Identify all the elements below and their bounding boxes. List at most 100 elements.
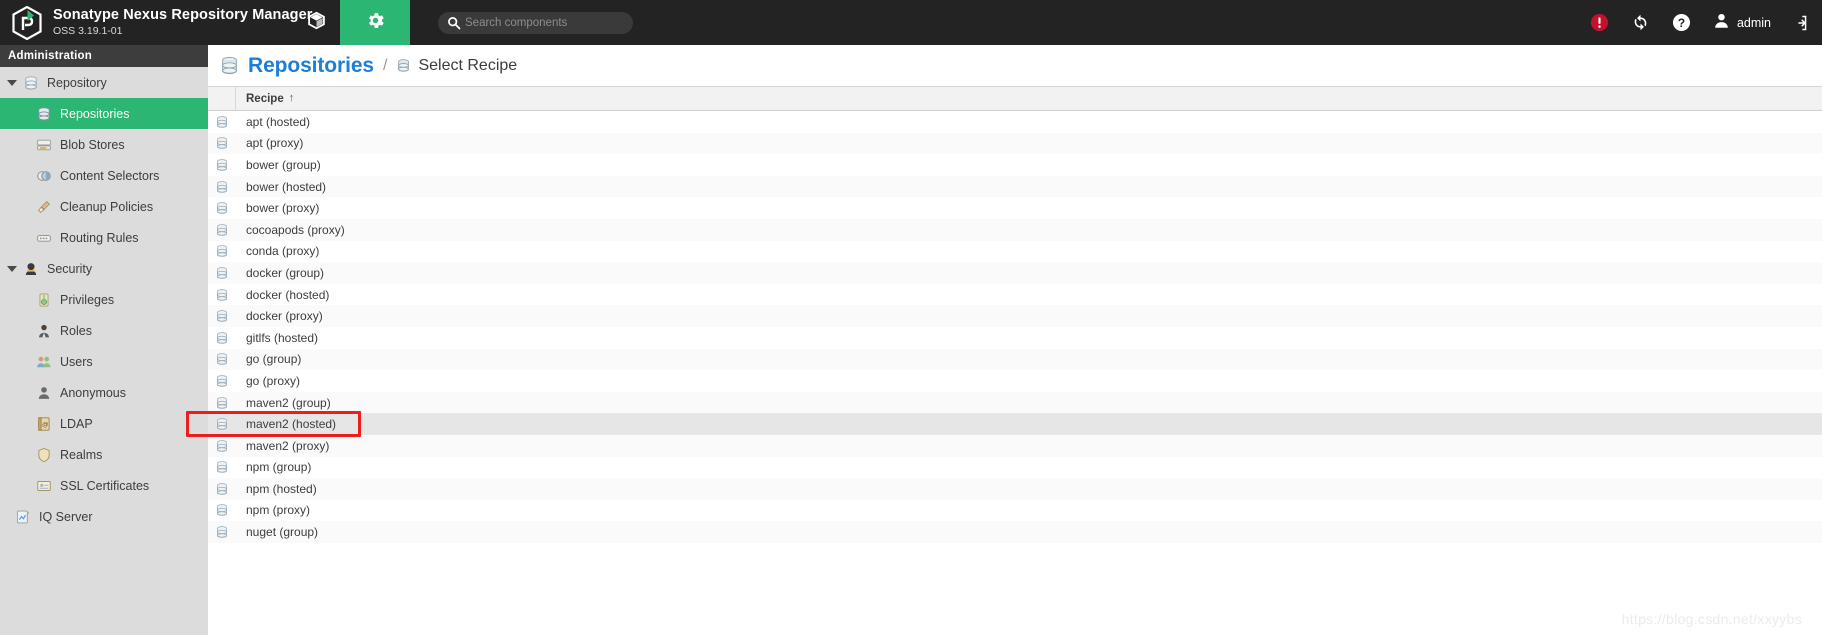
watermark: https://blog.csdn.net/xxyybs — [1621, 611, 1802, 627]
brand-version: OSS 3.19.1-01 — [53, 25, 123, 37]
table-row[interactable]: gitlfs (hosted) — [208, 326, 1822, 349]
recipe-name: nuget (group) — [246, 525, 319, 540]
sidebar-item-repositories[interactable]: Repositories — [0, 98, 208, 129]
recipe-database-icon — [208, 503, 236, 517]
recipe-database-icon — [208, 266, 236, 280]
grid-header-icon-column — [208, 86, 236, 111]
recipe-name: maven2 (proxy) — [246, 438, 330, 453]
table-row[interactable]: go (proxy) — [208, 370, 1822, 392]
table-row[interactable]: maven2 (group) — [208, 391, 1822, 414]
recipe-database-icon — [208, 201, 236, 215]
content-area: Repositories / Select Recipe Recipe ↑ ap… — [208, 45, 1822, 635]
users-icon — [35, 353, 52, 370]
recipe-name: cocoapods (proxy) — [246, 222, 345, 237]
sign-out-icon[interactable] — [1793, 15, 1808, 31]
sidebar-item-content-selectors[interactable]: Content Selectors — [0, 160, 208, 191]
sidebar-item-label: Routing Rules — [60, 230, 139, 245]
recipe-name: conda (proxy) — [246, 244, 320, 259]
table-row[interactable]: bower (proxy) — [208, 197, 1822, 219]
brand-text: Sonatype Nexus Repository Manager OSS 3.… — [53, 7, 313, 38]
sidebar-title: Administration — [0, 45, 208, 67]
sidebar-item-label: IQ Server — [39, 509, 93, 524]
gear-icon — [365, 10, 386, 36]
cube-icon — [306, 10, 327, 36]
chevron-down-icon[interactable] — [6, 263, 18, 275]
sidebar-item-iq-server[interactable]: IQ Server — [0, 501, 208, 532]
recipe-name: go (group) — [246, 352, 302, 367]
sidebar-item-ldap[interactable]: @ LDAP — [0, 408, 208, 439]
table-row[interactable]: docker (proxy) — [208, 305, 1822, 327]
table-row[interactable]: apt (hosted) — [208, 111, 1822, 133]
brand[interactable]: Sonatype Nexus Repository Manager OSS 3.… — [0, 5, 312, 40]
recipe-name: npm (hosted) — [246, 481, 317, 496]
table-row[interactable]: nuget (group) — [208, 521, 1822, 543]
chevron-down-icon[interactable] — [6, 77, 18, 89]
recipe-name: bower (group) — [246, 157, 321, 172]
recipe-database-icon — [208, 352, 236, 366]
main-nav-tabs — [292, 0, 410, 54]
app-header: Sonatype Nexus Repository Manager OSS 3.… — [0, 0, 1822, 54]
table-row[interactable]: docker (group) — [208, 262, 1822, 284]
user-menu[interactable]: admin — [1713, 12, 1771, 34]
alert-icon[interactable] — [1590, 13, 1609, 32]
security-icon — [22, 260, 39, 277]
table-row[interactable]: apt (proxy) — [208, 132, 1822, 155]
sidebar-item-cleanup-policies[interactable]: Cleanup Policies — [0, 191, 208, 222]
sidebar-item-security[interactable]: Security — [0, 253, 208, 284]
sidebar-item-routing-rules[interactable]: Routing Rules — [0, 222, 208, 253]
grid-header-recipe[interactable]: Recipe ↑ — [236, 93, 1822, 105]
sidebar-item-label: Repository — [47, 75, 107, 90]
sidebar-item-ssl-certificates[interactable]: SSL Certificates — [0, 470, 208, 501]
table-row[interactable]: cocoapods (proxy) — [208, 218, 1822, 241]
recipe-database-icon — [208, 417, 236, 431]
sidebar-item-label: Anonymous — [60, 385, 127, 400]
grid-body: apt (hosted) apt (proxy) bower (group) b… — [208, 111, 1822, 543]
sidebar-item-repository[interactable]: Repository — [0, 67, 208, 98]
sidebar-item-label: Realms — [60, 447, 103, 462]
table-row[interactable]: npm (proxy) — [208, 499, 1822, 522]
sidebar-item-label: Users — [60, 354, 93, 369]
grid-header-recipe-label: Recipe — [246, 92, 284, 105]
anonymous-icon — [35, 384, 52, 401]
tab-administration[interactable] — [340, 0, 410, 54]
breadcrumb-root[interactable]: Repositories — [248, 54, 374, 78]
tab-browse[interactable] — [292, 0, 340, 45]
sidebar-item-privileges[interactable]: Privileges — [0, 284, 208, 315]
grid-header-row: Recipe ↑ — [208, 86, 1822, 111]
sidebar-item-label: SSL Certificates — [60, 478, 150, 493]
recipe-database-icon — [208, 244, 236, 258]
recipe-name: docker (proxy) — [246, 309, 323, 324]
recipe-database-icon — [208, 374, 236, 388]
recipe-name: maven2 (group) — [246, 395, 331, 410]
search-input[interactable] — [438, 11, 633, 34]
help-icon[interactable]: ? — [1672, 13, 1691, 32]
sidebar-item-label: Roles — [60, 323, 92, 338]
sidebar-item-anonymous[interactable]: Anonymous — [0, 377, 208, 408]
recipe-name: npm (group) — [246, 460, 312, 475]
refresh-icon[interactable] — [1631, 13, 1650, 32]
recipe-name: bower (hosted) — [246, 179, 327, 194]
table-row[interactable]: bower (group) — [208, 154, 1822, 176]
admin-sidebar: Administration Repository Repositories B… — [0, 45, 208, 635]
table-row[interactable]: conda (proxy) — [208, 240, 1822, 263]
table-row[interactable]: maven2 (hosted) — [208, 413, 1822, 435]
table-row[interactable]: maven2 (proxy) — [208, 434, 1822, 457]
brand-title: Sonatype Nexus Repository Manager — [53, 7, 313, 23]
table-row[interactable]: bower (hosted) — [208, 175, 1822, 198]
table-row[interactable]: docker (hosted) — [208, 283, 1822, 306]
table-row[interactable]: npm (group) — [208, 456, 1822, 479]
recipe-name: maven2 (hosted) — [246, 417, 337, 432]
sidebar-item-blob-stores[interactable]: Blob Stores — [0, 129, 208, 160]
table-row[interactable]: go (group) — [208, 348, 1822, 371]
database-icon — [219, 55, 240, 76]
breadcrumb-separator: / — [383, 56, 388, 74]
sidebar-item-roles[interactable]: Roles — [0, 315, 208, 346]
table-row[interactable]: npm (hosted) — [208, 478, 1822, 500]
sidebar-item-users[interactable]: Users — [0, 346, 208, 377]
sidebar-item-realms[interactable]: Realms — [0, 439, 208, 470]
recipe-database-icon — [208, 223, 236, 237]
recipe-name: docker (hosted) — [246, 287, 330, 302]
recipe-name: gitlfs (hosted) — [246, 330, 319, 345]
ssl-certificate-icon — [35, 477, 52, 494]
database-icon — [22, 74, 39, 91]
